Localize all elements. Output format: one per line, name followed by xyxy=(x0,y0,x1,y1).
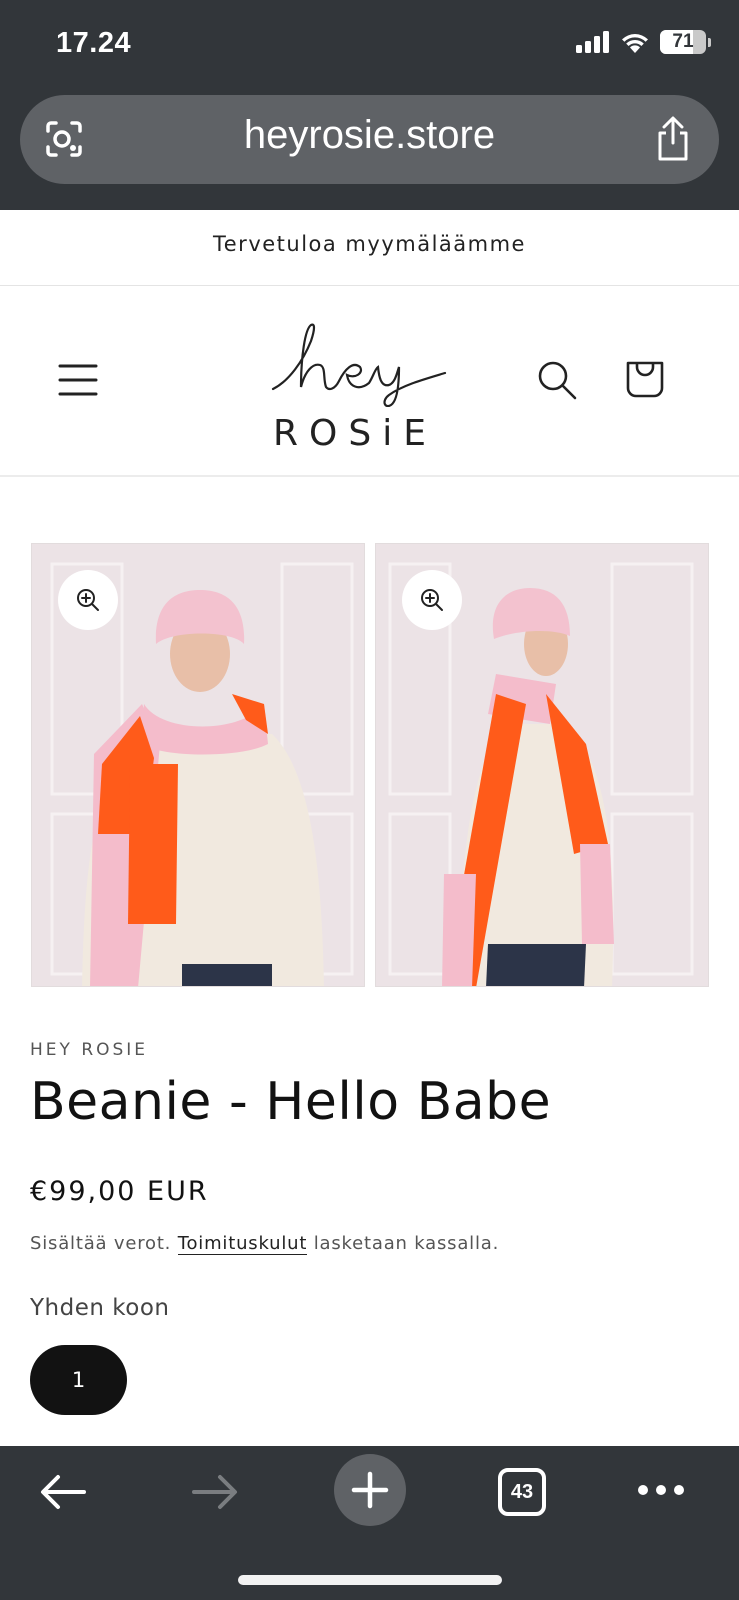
battery-nub xyxy=(708,37,711,47)
browser-top-bar: 17.24 71 heyrosie.store xyxy=(0,0,739,210)
more-icon[interactable] xyxy=(636,1478,686,1502)
tabs-icon[interactable]: 43 xyxy=(498,1468,546,1516)
announcement-text: Tervetuloa myymäläämme xyxy=(213,232,526,256)
search-icon[interactable] xyxy=(536,359,578,401)
product-title: Beanie - Hello Babe xyxy=(30,1072,552,1132)
product-vendor: HEY ROSIE xyxy=(30,1040,149,1060)
status-icons: 71 xyxy=(576,30,711,54)
status-time: 17.24 xyxy=(56,27,132,59)
new-tab-button[interactable] xyxy=(334,1454,406,1526)
tax-suffix: lasketaan kassalla. xyxy=(313,1233,500,1254)
logo-wordmark: ROSiE xyxy=(273,413,437,454)
product-image-front[interactable] xyxy=(31,543,365,987)
hamburger-menu-icon[interactable] xyxy=(58,363,98,397)
battery-icon: 71 xyxy=(660,30,706,54)
signal-icon xyxy=(576,31,609,53)
zoom-button[interactable] xyxy=(58,570,118,630)
forward-arrow-icon[interactable] xyxy=(190,1472,240,1512)
product-price: €99,00 EUR xyxy=(30,1176,209,1207)
home-indicator[interactable] xyxy=(238,1575,502,1585)
store-logo[interactable]: ROSiE xyxy=(265,317,465,457)
site-header: ROSiE xyxy=(0,287,739,477)
address-bar[interactable]: heyrosie.store xyxy=(20,95,719,184)
wifi-icon xyxy=(622,34,648,53)
plus-icon xyxy=(351,1471,389,1509)
size-option-button[interactable]: 1 xyxy=(30,1345,127,1415)
shopping-bag-icon[interactable] xyxy=(623,355,667,399)
logo-script xyxy=(271,323,447,408)
zoom-in-icon xyxy=(421,589,443,611)
announcement-bar: Tervetuloa myymäläämme xyxy=(0,210,739,286)
zoom-in-icon xyxy=(77,589,99,611)
back-arrow-icon[interactable] xyxy=(38,1472,88,1512)
product-image-side[interactable] xyxy=(375,543,709,987)
size-label: Yhden koon xyxy=(30,1295,170,1321)
shipping-link[interactable]: Toimituskulut xyxy=(177,1233,308,1255)
tax-note: Sisältää verot. Toimituskulut lasketaan … xyxy=(30,1233,500,1255)
zoom-button[interactable] xyxy=(402,570,462,630)
tax-prefix: Sisältää verot. xyxy=(30,1233,172,1254)
share-icon[interactable] xyxy=(651,115,695,163)
battery-percentage: 71 xyxy=(672,31,694,52)
url-text[interactable]: heyrosie.store xyxy=(20,113,719,158)
